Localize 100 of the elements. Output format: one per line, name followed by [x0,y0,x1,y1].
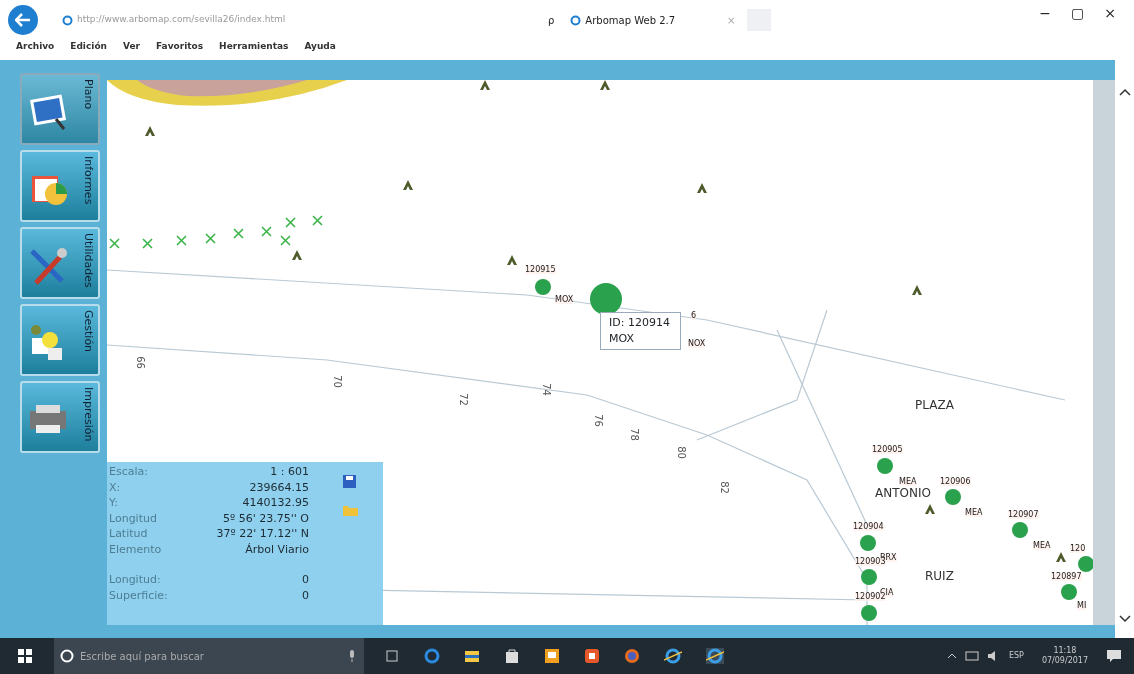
species-label: MOX [555,296,574,304]
species-label: MEA [1033,542,1051,550]
tree-marker[interactable] [1061,584,1077,600]
cross-mark-icon [205,233,216,244]
info-label: X: [109,479,121,495]
tree-marker[interactable] [861,605,877,621]
presentation-icon[interactable] [544,648,560,664]
task-view-icon[interactable] [384,650,400,662]
tree-id-label: 120897 [1051,573,1082,581]
scroll-down-icon[interactable] [1119,615,1131,623]
house-number: 78 [627,428,641,441]
store-icon[interactable] [504,648,520,664]
save-icon[interactable] [343,475,356,488]
info-label: Superficie: [109,587,168,603]
tree-symbol-icon[interactable] [403,180,413,190]
species-label: MI [1077,602,1087,610]
tree-marker[interactable] [1012,522,1028,538]
tree-marker[interactable] [535,279,551,295]
sidebar-button[interactable]: Impresión [20,381,100,453]
tooltip-text: MOX [609,330,635,347]
info-label: Elemento [109,541,162,557]
taskbar-search-field[interactable]: Escribe aquí para buscar [54,638,364,674]
menu-item[interactable]: Favoritos [156,40,204,58]
start-icon[interactable] [18,649,32,663]
menu-item[interactable]: Herramientas [219,40,289,58]
clock-time[interactable]: 11:18 [1041,646,1088,656]
clock-date[interactable]: 07/09/2017 [1041,656,1088,666]
tree-marker[interactable] [590,283,622,315]
search-icon[interactable]: ρ [548,12,555,28]
tree-id-label: 120903 [855,558,886,566]
tree-symbol-icon[interactable] [507,255,517,265]
tree-id-label: 120 [1070,545,1086,553]
map-label: NOX [688,340,706,348]
tree-marker[interactable] [1078,556,1093,572]
sidebar-button[interactable]: Informes [20,150,100,222]
tree-symbol-icon[interactable] [697,183,707,193]
info-value: 0 [302,572,309,588]
cortana-icon [60,649,74,663]
tree-id-label: 120907 [1008,511,1039,519]
media-player-icon[interactable] [584,648,600,664]
folder-icon[interactable] [464,649,480,663]
house-number: 80 [674,446,688,459]
cross-mark-icon [280,235,291,246]
menu-item[interactable]: Ver [122,40,140,58]
house-number: 76 [591,414,605,427]
tree-symbol-icon[interactable] [145,126,155,136]
tree-symbol-icon[interactable] [600,80,610,90]
tree-symbol-icon[interactable] [912,285,922,295]
microphone-icon[interactable] [348,650,356,662]
menu-item[interactable]: Ayuda [304,40,336,58]
cross-mark-icon [261,226,272,237]
info-value: 0 [302,587,309,603]
notification-icon[interactable] [1106,649,1122,663]
species-label: MEA [965,509,983,517]
sidebar-button[interactable]: Plano [20,73,100,145]
tree-id-label: 120904 [853,523,884,531]
info-value: 1 : 601 [270,464,309,480]
scroll-up-icon[interactable] [1119,88,1131,96]
cross-mark-icon [109,238,120,249]
tree-id-label: 120902 [855,593,886,601]
arrow-left-icon [15,13,31,27]
cross-mark-icon [233,228,244,239]
house-number: 66 [133,356,147,369]
house-number: 82 [717,481,731,494]
street-name: ANTONIO [875,485,931,502]
tree-marker[interactable] [860,535,876,551]
close-button[interactable]: × [1094,2,1126,24]
tree-marker[interactable] [861,569,877,585]
info-value: 4140132.95 [242,495,309,511]
sidebar-button[interactable]: Utilidades [20,227,100,299]
info-value: 239664.15 [249,479,309,495]
tree-marker[interactable] [945,489,961,505]
menu-item[interactable]: Edición [70,40,107,58]
info-label: Y: [109,495,118,511]
tree-symbol-icon[interactable] [292,250,302,260]
sidebar-button[interactable]: Gestión [20,304,100,376]
minimize-button[interactable]: − [1029,2,1062,24]
tree-symbol-icon[interactable] [925,504,935,514]
network-icon[interactable] [964,650,979,662]
tree-symbol-icon[interactable] [480,80,490,90]
browser-tab[interactable]: Arbomap Web 2.7 [585,12,676,28]
tree-id-label: 120905 [872,446,903,454]
info-value: Árbol Viario [245,541,309,557]
maximize-button[interactable]: ▢ [1061,2,1095,24]
species-label: MEA [899,478,917,486]
info-label: Escala: [109,464,148,480]
tree-marker[interactable] [877,458,893,474]
street-name: RUIZ [925,568,954,585]
back-button[interactable] [8,5,38,35]
cross-mark-icon [312,215,323,226]
tree-id-label: 120915 [525,266,556,274]
tree-symbol-icon[interactable] [1056,552,1066,562]
menu-item[interactable]: Archivo [16,40,55,58]
info-label: Latitud [109,526,148,542]
cross-mark-icon [285,217,296,228]
scrollbar[interactable] [1115,60,1134,638]
chevron-up-icon[interactable] [946,653,957,659]
language-indicator[interactable]: ESP [1008,650,1024,662]
house-number: 72 [456,393,470,406]
info-value: 37º 22' 17.12'' N [216,526,309,542]
